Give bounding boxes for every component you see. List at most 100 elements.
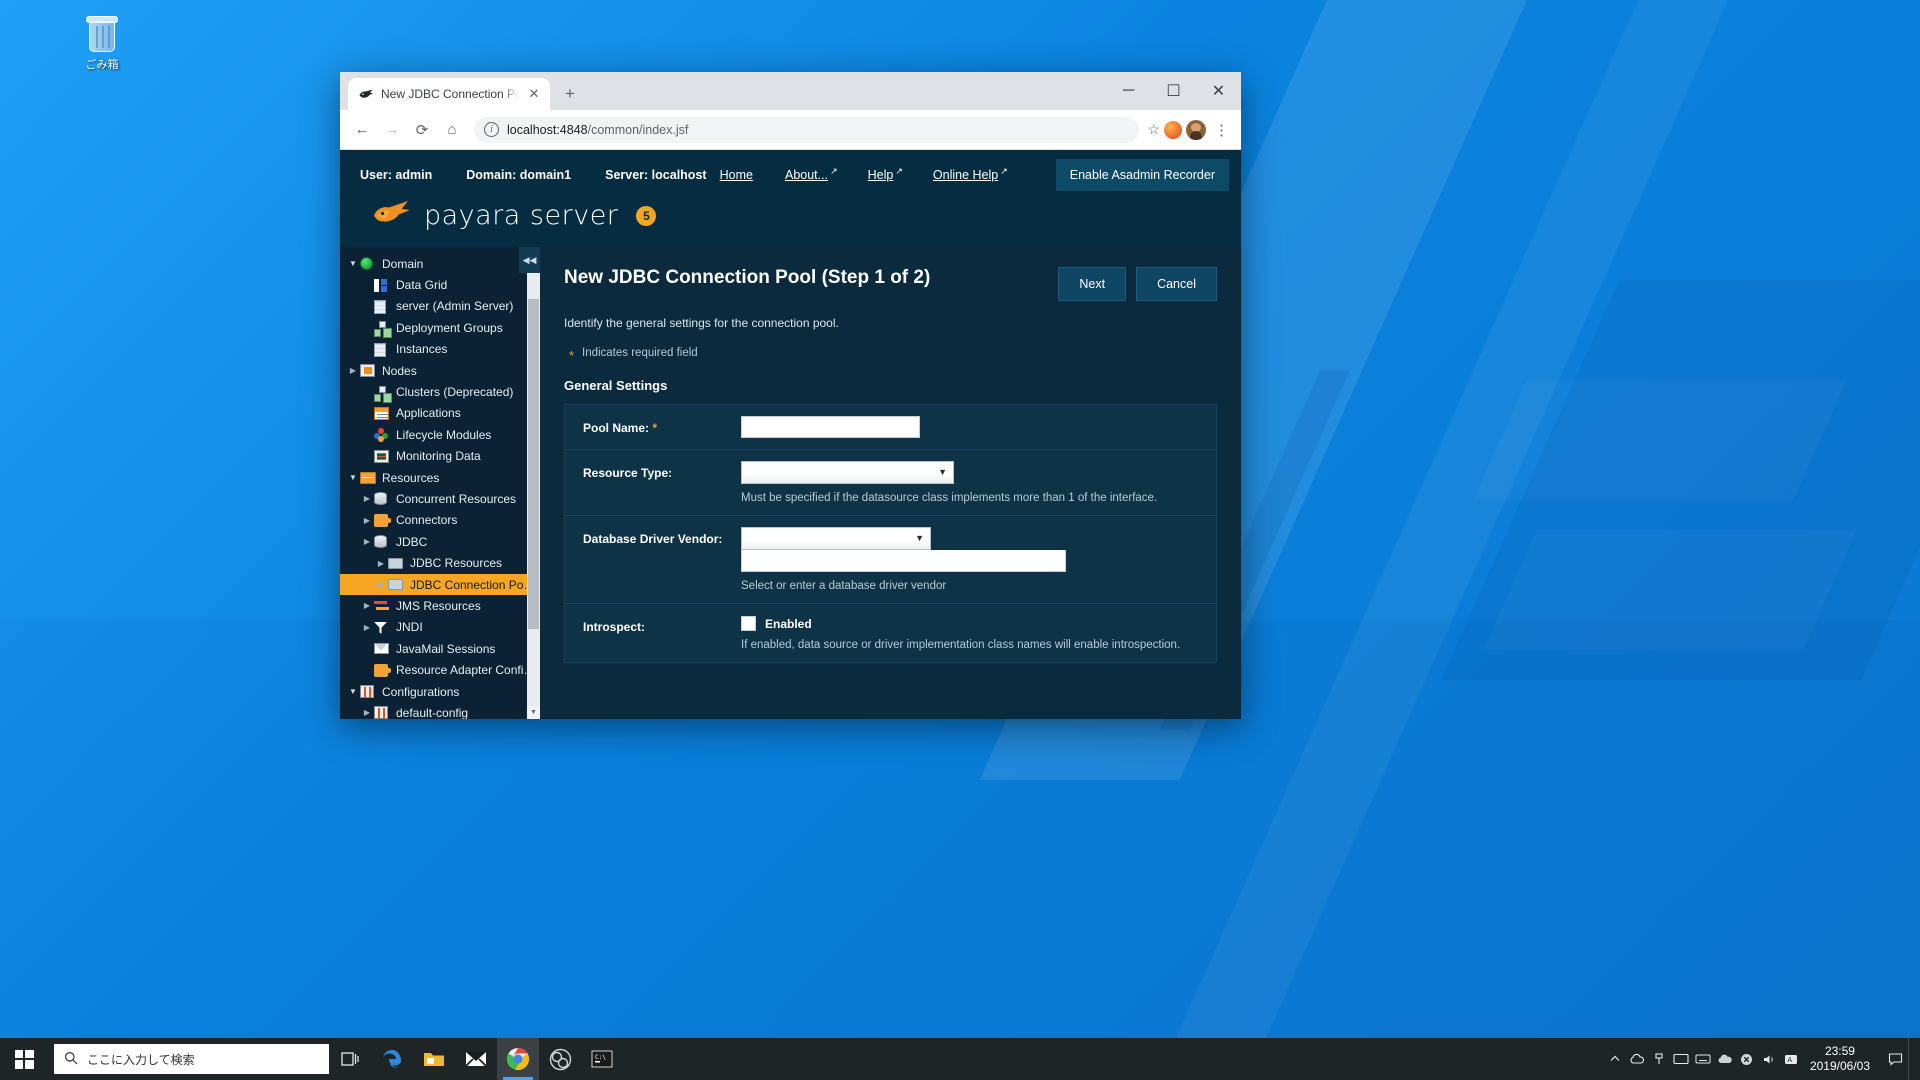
display-icon[interactable] [1670,1038,1692,1080]
page-description: Identify the general settings for the co… [564,316,1217,330]
start-button[interactable] [0,1038,48,1080]
jms-icon [374,598,391,613]
tree-expand-icon[interactable]: ▶ [346,366,360,375]
file-explorer-icon[interactable] [413,1038,455,1080]
payara-admin-console: User: admin Domain: domain1 Server: loca… [340,150,1241,719]
back-button[interactable]: ← [348,116,376,144]
sidebar-item-label: Resource Adapter Configs [396,663,536,677]
scroll-down-arrow-icon[interactable]: ▼ [527,706,540,719]
tree-collapse-icon[interactable]: ▼ [346,687,360,696]
desktop-icon-recycle-bin[interactable]: ごみ箱 [60,14,144,72]
site-info-icon[interactable]: i [484,122,499,137]
mail-icon[interactable] [455,1038,497,1080]
driver-vendor-input[interactable] [741,550,1066,572]
profile-avatar[interactable] [1186,120,1206,140]
tab-close-icon[interactable]: ✕ [526,86,542,102]
sidebar-item-concurrent-resources[interactable]: ▶Concurrent Resources [340,488,540,509]
sidebar-item-applications[interactable]: Applications [340,403,540,424]
database-icon [374,491,391,506]
tree-expand-icon[interactable]: ▶ [360,516,374,525]
sidebar-item-nodes[interactable]: ▶Nodes [340,360,540,381]
cloud-icon[interactable] [1626,1038,1648,1080]
sidebar-item-data-grid[interactable]: Data Grid [340,274,540,295]
tree-collapse-icon[interactable]: ▼ [346,259,360,268]
address-bar[interactable]: i localhost:4848/common/index.jsf [474,117,1139,143]
nav-link-online-help[interactable]: Online Help↗ [933,168,1008,182]
tree-expand-icon[interactable]: ▶ [360,494,374,503]
introspect-hint: If enabled, data source or driver implem… [741,639,1198,651]
sidebar-item-jdbc-resources[interactable]: ▶JDBC Resources [340,552,540,573]
tray-overflow-icon[interactable] [1604,1038,1626,1080]
sidebar-item-instances[interactable]: Instances [340,339,540,360]
maximize-button[interactable]: ☐ [1151,75,1196,107]
sidebar-scrollbar[interactable]: ▲ ▼ [527,247,540,719]
forward-button[interactable]: → [378,116,406,144]
nav-link-about[interactable]: About...↗ [785,168,838,182]
error-badge-icon[interactable] [1736,1038,1758,1080]
cancel-button[interactable]: Cancel [1136,267,1217,301]
next-button[interactable]: Next [1058,267,1126,301]
volume-icon[interactable] [1758,1038,1780,1080]
taskbar-search-box[interactable]: ここに入力して検索 [54,1044,329,1074]
minimize-button[interactable]: ─ [1106,75,1151,107]
sidebar-item-jms-resources[interactable]: ▶JMS Resources [340,595,540,616]
chrome-icon[interactable] [497,1038,539,1080]
chrome-menu-icon[interactable]: ⋮ [1210,121,1233,139]
nav-link-home[interactable]: Home [720,168,755,182]
pool-name-input[interactable] [741,416,920,438]
tree-expand-icon[interactable]: ▶ [360,537,374,546]
browser-tab[interactable]: New JDBC Connection Pool (Step 1 of 2) ✕ [348,78,550,110]
keyboard-icon[interactable] [1692,1038,1714,1080]
show-desktop-button[interactable] [1908,1038,1916,1080]
sidebar-item-monitoring-data[interactable]: Monitoring Data [340,446,540,467]
ime-indicator-icon[interactable]: A [1780,1038,1802,1080]
sidebar-item-connectors[interactable]: ▶Connectors [340,510,540,531]
tree-expand-icon[interactable]: ▶ [360,601,374,610]
task-view-icon[interactable] [329,1038,371,1080]
edge-icon[interactable] [371,1038,413,1080]
driver-vendor-select[interactable]: DERBYMYSQLPOSTGRESQLORACLEMSSQLSERVERDB2 [741,527,931,550]
tree-expand-icon[interactable]: ▶ [360,623,374,632]
usb-icon[interactable] [1648,1038,1670,1080]
tree-expand-icon[interactable]: ▶ [360,708,374,717]
sidebar-item-jdbc[interactable]: ▶JDBC [340,531,540,552]
taskbar-clock[interactable]: 23:59 2019/06/03 [1802,1044,1882,1074]
tree-expand-icon[interactable]: ▶ [374,559,388,568]
tree-collapse-icon[interactable]: ▼ [346,473,360,482]
introspect-checkbox[interactable] [741,616,756,631]
resource-type-select[interactable]: javax.sql.DataSourcejavax.sql.XADataSour… [741,461,954,484]
server-icon [374,342,391,357]
home-button[interactable]: ⌂ [438,116,466,144]
sidebar-item-server-admin-server[interactable]: server (Admin Server) [340,296,540,317]
general-settings-form: Pool Name: * Resource Type: javax.sql.Da… [564,404,1217,663]
jndi-icon [374,620,391,635]
bookmark-star-icon[interactable]: ☆ [1147,121,1160,138]
introspect-checkbox-row: Enabled [741,615,1198,631]
sidebar-item-jdbc-connection-pools[interactable]: ▶JDBC Connection Pools [340,574,540,595]
sidebar-item-clusters-deprecated[interactable]: Clusters (Deprecated) [340,381,540,402]
notification-center-icon[interactable] [1882,1038,1908,1080]
terminal-icon[interactable]: C:\ [581,1038,623,1080]
nav-link-help[interactable]: Help↗ [868,168,903,182]
sidebar-item-resources[interactable]: ▼Resources [340,467,540,488]
extension-icon[interactable] [1164,121,1182,139]
tree-expand-icon[interactable]: ▶ [374,580,388,589]
sidebar-item-label: Applications [396,406,461,420]
sidebar-item-deployment-groups[interactable]: Deployment Groups [340,317,540,338]
sidebar-item-jndi[interactable]: ▶JNDI [340,617,540,638]
enable-asadmin-recorder-button[interactable]: Enable Asadmin Recorder [1056,159,1229,191]
obs-icon[interactable] [539,1038,581,1080]
sidebar-item-resource-adapter-configs[interactable]: Resource Adapter Configs [340,659,540,680]
close-window-button[interactable]: ✕ [1196,75,1241,107]
sidebar-item-lifecycle-modules[interactable]: Lifecycle Modules [340,424,540,445]
scrollbar-thumb[interactable] [528,299,539,629]
reload-button[interactable]: ⟳ [408,116,436,144]
sidebar-item-javamail-sessions[interactable]: JavaMail Sessions [340,638,540,659]
new-tab-button[interactable]: + [556,80,584,108]
sidebar-collapse-button[interactable]: ◀◀ [519,247,540,273]
sidebar-item-default-config[interactable]: ▶default-config [340,702,540,719]
sidebar-item-domain[interactable]: ▼Domain [340,253,540,274]
windows-taskbar: ここに入力して検索 C:\ [0,1038,1920,1080]
onedrive-icon[interactable] [1714,1038,1736,1080]
sidebar-item-configurations[interactable]: ▼Configurations [340,681,540,702]
